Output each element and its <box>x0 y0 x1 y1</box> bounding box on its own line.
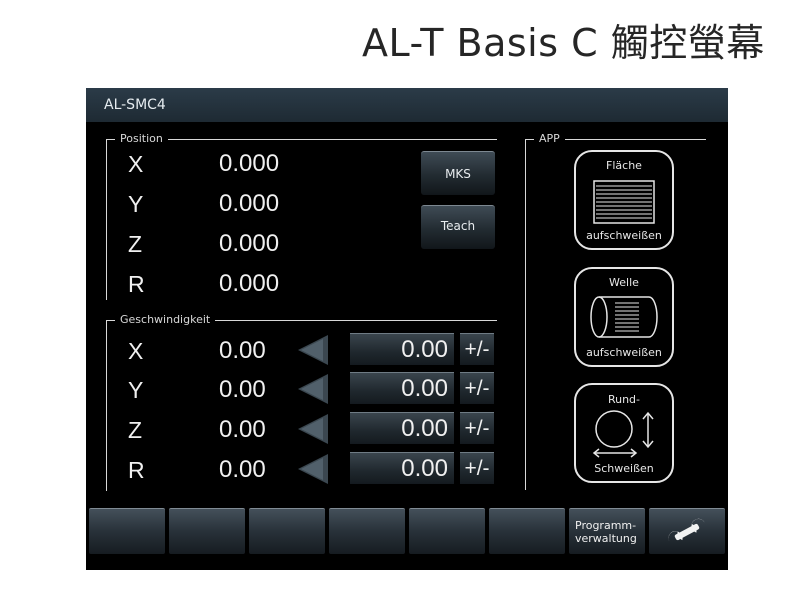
speed-group-label: Geschwindigkeit <box>115 313 216 327</box>
function-key-4[interactable] <box>329 508 405 554</box>
round-weld-label-bottom: Schweißen <box>594 462 654 475</box>
function-key-3[interactable] <box>249 508 325 554</box>
mks-button[interactable]: MKS <box>421 151 495 195</box>
shaft-weld-button[interactable]: Welle aufschweißen <box>574 267 674 367</box>
round-weld-button[interactable]: Rund- Schweißen <box>574 383 674 483</box>
speed-decrease-z-button[interactable] <box>298 414 328 444</box>
speed-value-y: 0.00 <box>219 376 266 403</box>
program-management-label: Programm- verwaltung <box>575 519 637 545</box>
speed-axis-z: Z <box>128 417 143 443</box>
round-weld-label-top: Rund- <box>607 393 641 406</box>
shaft-weld-label-top: Welle <box>609 276 639 289</box>
position-value-y: 0.000 <box>219 190 280 217</box>
speed-axis-x: X <box>128 338 144 364</box>
speed-setpoint-r-field[interactable]: 0.00 <box>350 452 454 484</box>
speed-axis-r: R <box>128 457 145 483</box>
speed-sign-r-button[interactable]: +/- <box>460 452 494 484</box>
speed-sign-y-button[interactable]: +/- <box>460 372 494 404</box>
speed-decrease-y-button[interactable] <box>298 374 328 404</box>
function-key-1[interactable] <box>89 508 165 554</box>
teach-button[interactable]: Teach <box>421 205 495 249</box>
speed-value-z: 0.00 <box>219 416 266 443</box>
surface-weld-button[interactable]: Fläche aufschweißen <box>574 150 674 250</box>
function-key-5[interactable] <box>409 508 485 554</box>
function-key-6[interactable] <box>489 508 565 554</box>
function-key-2[interactable] <box>169 508 245 554</box>
hmi-screen: AL-SMC4 Position X 0.000 Y 0.000 Z 0.000… <box>86 88 728 570</box>
position-value-r: 0.000 <box>219 270 280 297</box>
surface-weld-label-top: Fläche <box>606 159 642 172</box>
wrench-icon <box>668 518 705 542</box>
speed-setpoint-y-field[interactable]: 0.00 <box>350 372 454 404</box>
program-management-button[interactable]: Programm- verwaltung <box>569 508 645 554</box>
speed-value-r: 0.00 <box>219 456 266 483</box>
program-management-label-line1: Programm- <box>575 519 637 532</box>
speed-axis-y: Y <box>128 377 144 403</box>
page-title: AL-T Basis C 觸控螢幕 <box>362 21 765 65</box>
position-axis-x: X <box>128 151 144 177</box>
speed-decrease-x-button[interactable] <box>298 335 328 365</box>
window-title: AL-SMC4 <box>86 88 728 122</box>
surface-weld-label-bottom: aufschweißen <box>586 229 662 242</box>
round-weld-icon <box>592 410 654 458</box>
speed-sign-z-button[interactable]: +/- <box>460 412 494 444</box>
settings-button[interactable] <box>649 508 725 554</box>
position-axis-r: R <box>128 271 145 297</box>
shaft-weld-label-bottom: aufschweißen <box>586 346 662 359</box>
speed-setpoint-z-field[interactable]: 0.00 <box>350 412 454 444</box>
speed-value-x: 0.00 <box>219 337 266 364</box>
program-management-label-line2: verwaltung <box>575 532 637 545</box>
position-axis-y: Y <box>128 191 144 217</box>
position-value-z: 0.000 <box>219 230 280 257</box>
speed-setpoint-x-field[interactable]: 0.00 <box>350 333 454 365</box>
position-axis-z: Z <box>128 231 143 257</box>
position-group-label: Position <box>115 132 168 146</box>
speed-sign-x-button[interactable]: +/- <box>460 333 494 365</box>
surface-hatch-icon <box>593 180 655 224</box>
shaft-icon <box>590 296 658 338</box>
position-value-x: 0.000 <box>219 150 280 177</box>
speed-decrease-r-button[interactable] <box>298 454 328 484</box>
app-group-label: APP <box>534 132 565 146</box>
